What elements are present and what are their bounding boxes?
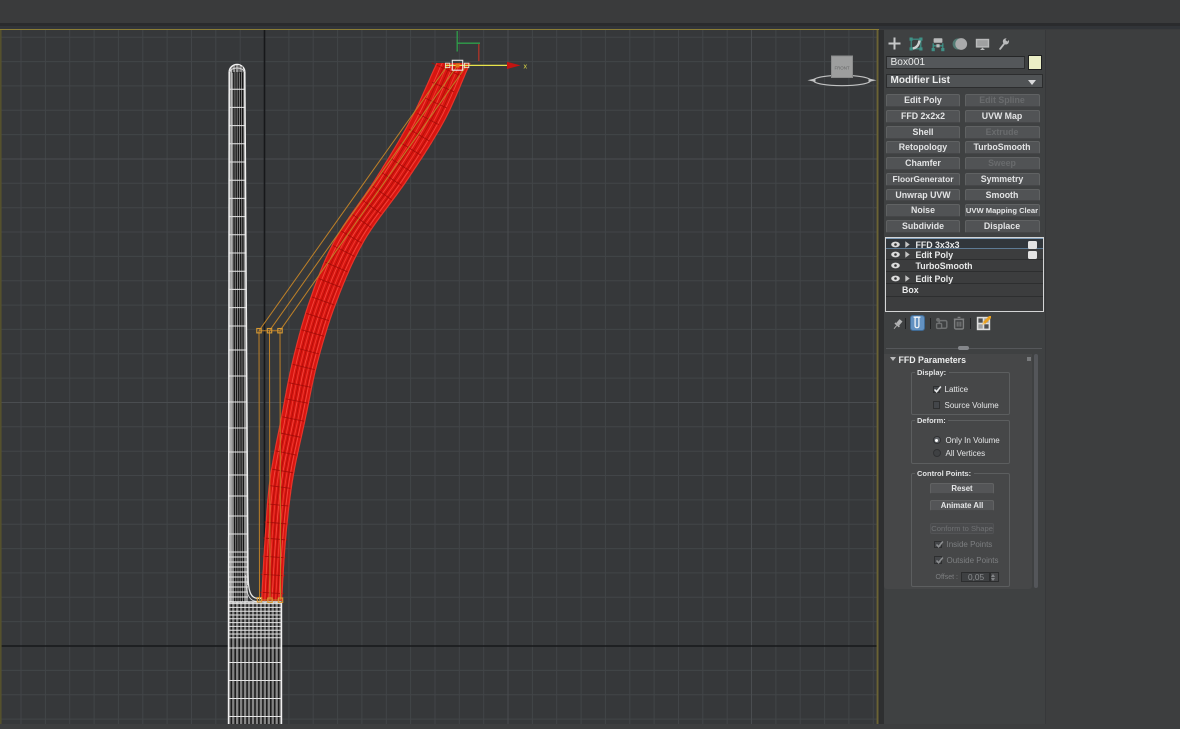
svg-text:x: x — [524, 61, 528, 70]
svg-text:FRONT: FRONT — [834, 66, 849, 71]
